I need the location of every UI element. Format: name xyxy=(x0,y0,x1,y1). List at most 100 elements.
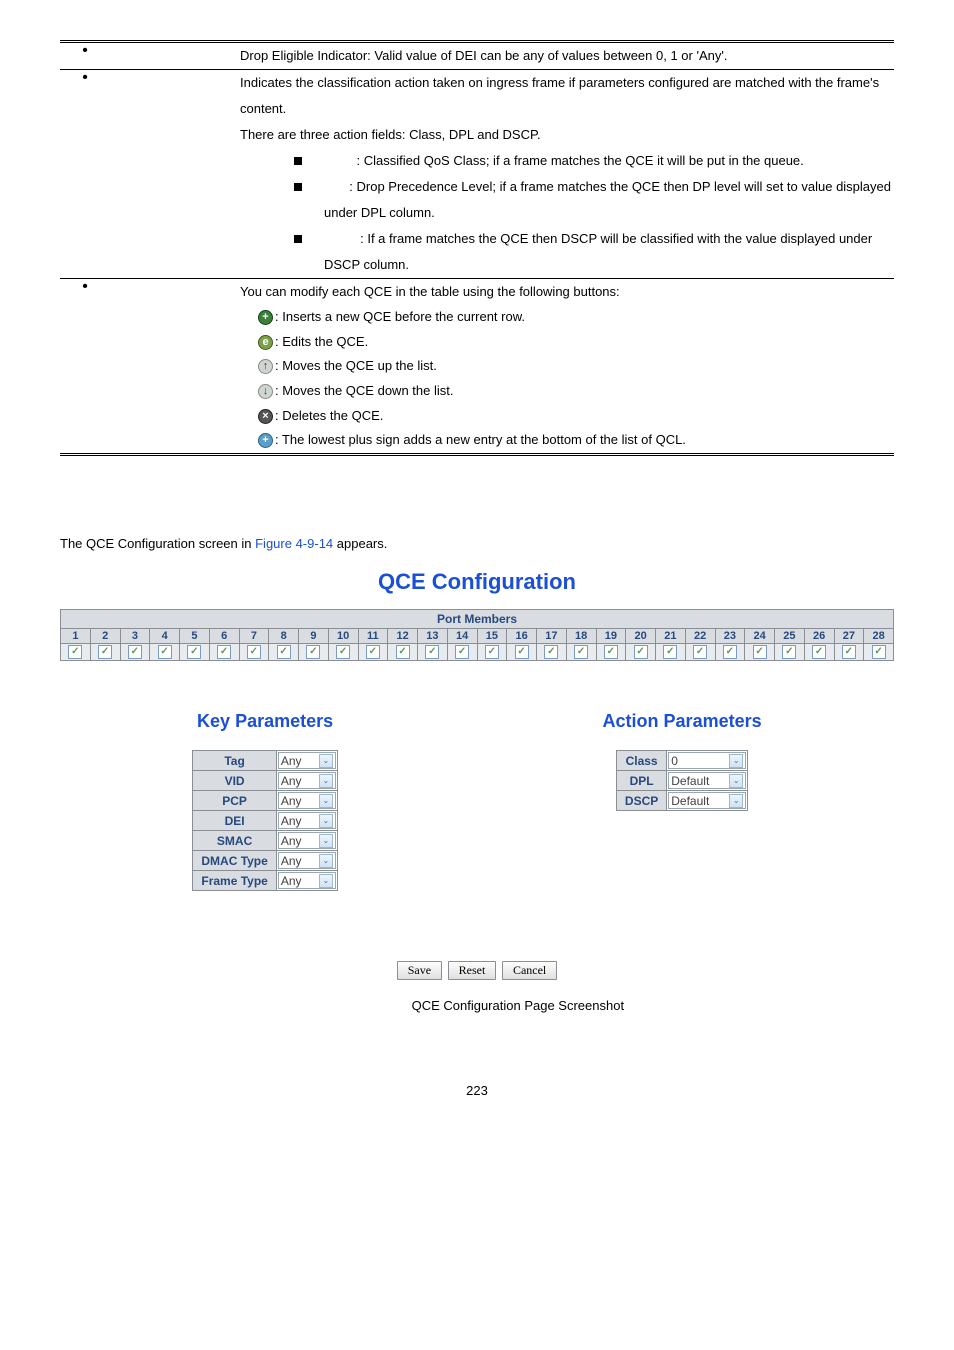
sub-text: : Drop Precedence Level; if a frame matc… xyxy=(324,179,891,220)
key-select-frame-type[interactable]: Any⌄ xyxy=(278,872,336,889)
port-checkbox-5[interactable]: ✓ xyxy=(180,644,210,661)
sub-label-class: Class xyxy=(324,153,357,168)
key-parameters-panel: Key Parameters TagAny⌄VIDAny⌄PCPAny⌄DEIA… xyxy=(192,711,337,891)
sub-text: : If a frame matches the QCE then DSCP w… xyxy=(324,231,872,272)
port-col-14: 14 xyxy=(447,629,477,644)
port-col-6: 6 xyxy=(209,629,239,644)
key-label-tag: Tag xyxy=(193,751,276,771)
port-col-16: 16 xyxy=(507,629,537,644)
key-label-pcp: PCP xyxy=(193,791,276,811)
port-col-23: 23 xyxy=(715,629,745,644)
port-members-header: Port Members xyxy=(61,610,894,629)
key-label-smac: SMAC xyxy=(193,831,276,851)
port-col-17: 17 xyxy=(537,629,567,644)
port-checkbox-4[interactable]: ✓ xyxy=(150,644,180,661)
port-checkbox-15[interactable]: ✓ xyxy=(477,644,507,661)
key-select-dei[interactable]: Any⌄ xyxy=(278,812,336,829)
save-button[interactable]: Save xyxy=(397,961,442,980)
port-checkbox-26[interactable]: ✓ xyxy=(804,644,834,661)
port-col-19: 19 xyxy=(596,629,626,644)
port-col-1: 1 xyxy=(61,629,91,644)
port-col-24: 24 xyxy=(745,629,775,644)
port-col-22: 22 xyxy=(685,629,715,644)
action-label-dpl: DPL xyxy=(616,771,666,791)
mod-text: : Edits the QCE. xyxy=(275,330,368,355)
key-select-pcp[interactable]: Any⌄ xyxy=(278,792,336,809)
port-col-10: 10 xyxy=(328,629,358,644)
action-select-class[interactable]: 0⌄ xyxy=(668,752,746,769)
mod-text: : Inserts a new QCE before the current r… xyxy=(275,305,525,330)
port-checkbox-21[interactable]: ✓ xyxy=(656,644,686,661)
port-col-20: 20 xyxy=(626,629,656,644)
port-col-5: 5 xyxy=(180,629,210,644)
key-label-dei: DEI xyxy=(193,811,276,831)
figure-caption: Figure 4-9-14 QCE Configuration Page Scr… xyxy=(60,998,894,1013)
figure-link[interactable]: Figure 4-9-14 xyxy=(255,536,333,551)
port-checkbox-17[interactable]: ✓ xyxy=(537,644,567,661)
port-checkbox-24[interactable]: ✓ xyxy=(745,644,775,661)
port-checkbox-3[interactable]: ✓ xyxy=(120,644,150,661)
port-checkbox-18[interactable]: ✓ xyxy=(566,644,596,661)
port-checkbox-20[interactable]: ✓ xyxy=(626,644,656,661)
description-table: • Drop Eligible Indicator: Valid value o… xyxy=(60,40,894,456)
chevron-down-icon: ⌄ xyxy=(729,774,743,788)
mod-text: : Moves the QCE down the list. xyxy=(275,379,453,404)
port-col-2: 2 xyxy=(90,629,120,644)
action-select-dscp[interactable]: Default⌄ xyxy=(668,792,746,809)
port-checkbox-16[interactable]: ✓ xyxy=(507,644,537,661)
key-label-dmac-type: DMAC Type xyxy=(193,851,276,871)
cancel-button[interactable]: Cancel xyxy=(502,961,557,980)
port-checkbox-28[interactable]: ✓ xyxy=(864,644,894,661)
key-select-vid[interactable]: Any⌄ xyxy=(278,772,336,789)
edit-icon: e xyxy=(258,335,273,350)
action-parameters-panel: Action Parameters Class0⌄DPLDefault⌄DSCP… xyxy=(603,711,762,891)
port-col-12: 12 xyxy=(388,629,418,644)
action-parameters-title: Action Parameters xyxy=(603,711,762,732)
port-checkbox-6[interactable]: ✓ xyxy=(209,644,239,661)
key-label-frame-type: Frame Type xyxy=(193,871,276,891)
square-bullet-icon xyxy=(294,235,302,243)
button-row: Save Reset Cancel xyxy=(60,961,894,980)
port-checkbox-19[interactable]: ✓ xyxy=(596,644,626,661)
port-checkbox-9[interactable]: ✓ xyxy=(299,644,329,661)
port-checkbox-27[interactable]: ✓ xyxy=(834,644,864,661)
port-col-28: 28 xyxy=(864,629,894,644)
port-checkbox-2[interactable]: ✓ xyxy=(90,644,120,661)
desc-action-intro-1: Indicates the classification action take… xyxy=(240,70,894,122)
chevron-down-icon: ⌄ xyxy=(319,854,333,868)
move-down-icon: ↓ xyxy=(258,384,273,399)
port-checkbox-23[interactable]: ✓ xyxy=(715,644,745,661)
desc-row-dei: Drop Eligible Indicator: Valid value of … xyxy=(240,42,894,70)
port-checkbox-13[interactable]: ✓ xyxy=(418,644,448,661)
port-col-25: 25 xyxy=(775,629,805,644)
qce-config-title: QCE Configuration xyxy=(60,569,894,595)
bullet: • xyxy=(60,42,110,70)
port-checkbox-1[interactable]: ✓ xyxy=(61,644,91,661)
chevron-down-icon: ⌄ xyxy=(729,794,743,808)
chevron-down-icon: ⌄ xyxy=(319,754,333,768)
page-number: 223 xyxy=(60,1083,894,1098)
reset-button[interactable]: Reset xyxy=(448,961,497,980)
port-col-8: 8 xyxy=(269,629,299,644)
action-select-dpl[interactable]: Default⌄ xyxy=(668,772,746,789)
chevron-down-icon: ⌄ xyxy=(319,814,333,828)
action-label-class: Class xyxy=(616,751,666,771)
port-checkbox-22[interactable]: ✓ xyxy=(685,644,715,661)
chevron-down-icon: ⌄ xyxy=(319,874,333,888)
mod-text: : The lowest plus sign adds a new entry … xyxy=(275,428,686,453)
key-select-dmac-type[interactable]: Any⌄ xyxy=(278,852,336,869)
port-checkbox-10[interactable]: ✓ xyxy=(328,644,358,661)
port-checkbox-7[interactable]: ✓ xyxy=(239,644,269,661)
key-select-smac[interactable]: Any⌄ xyxy=(278,832,336,849)
mod-intro: You can modify each QCE in the table usi… xyxy=(240,279,894,305)
port-checkbox-11[interactable]: ✓ xyxy=(358,644,388,661)
port-checkbox-8[interactable]: ✓ xyxy=(269,644,299,661)
square-bullet-icon xyxy=(294,157,302,165)
key-select-tag[interactable]: Any⌄ xyxy=(278,752,336,769)
port-col-9: 9 xyxy=(299,629,329,644)
port-col-3: 3 xyxy=(120,629,150,644)
port-checkbox-14[interactable]: ✓ xyxy=(447,644,477,661)
port-checkbox-25[interactable]: ✓ xyxy=(775,644,805,661)
port-checkbox-12[interactable]: ✓ xyxy=(388,644,418,661)
chevron-down-icon: ⌄ xyxy=(319,834,333,848)
